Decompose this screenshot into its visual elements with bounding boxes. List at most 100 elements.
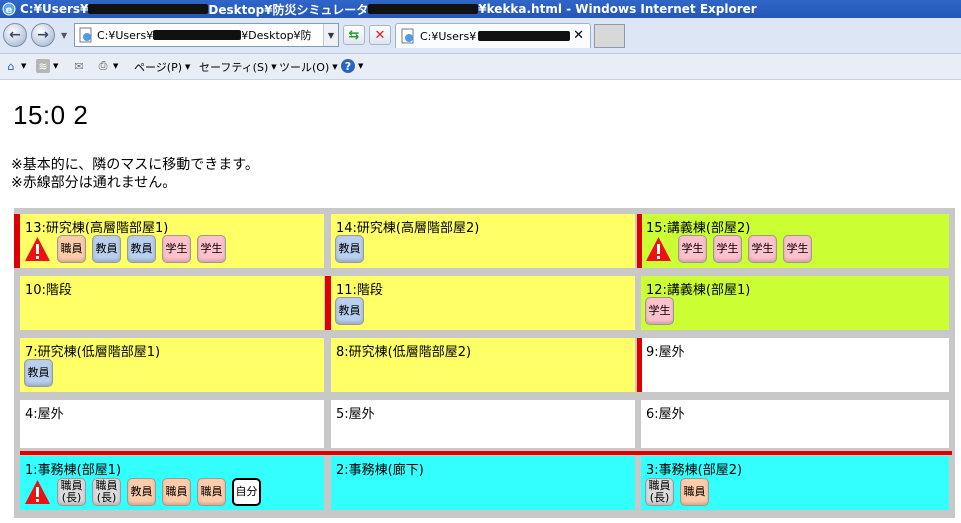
occupant-row: 職員 (長) 職員 (長) 教員 職員 職員 自分 bbox=[24, 478, 267, 506]
tools-menu[interactable]: ツール(O) ▼ bbox=[279, 59, 338, 75]
room-cell[interactable]: 9:屋外 bbox=[641, 338, 949, 392]
read-mail-button[interactable]: ✉ bbox=[72, 59, 86, 73]
room-label: 6:屋外 bbox=[646, 407, 685, 422]
page-menu[interactable]: ページ(P) ▼ bbox=[134, 59, 190, 75]
room-cell[interactable]: 13:研究棟(高層階部屋1) 職員 教員 教員 学生 学生 bbox=[20, 214, 324, 268]
room-label: 11:階段 bbox=[336, 283, 383, 298]
room-cell[interactable]: 8:研究棟(低層階部屋2) bbox=[331, 338, 635, 392]
person-token[interactable]: 教員 bbox=[127, 478, 156, 506]
room-label: 7:研究棟(低層階部屋1) bbox=[25, 345, 161, 360]
person-token[interactable]: 学生 bbox=[162, 235, 191, 263]
address-prefix: C:¥Users¥ bbox=[97, 28, 154, 42]
person-token[interactable]: 学生 bbox=[783, 235, 812, 263]
room-label: 15:講義棟(部屋2) bbox=[646, 221, 751, 236]
command-bar: ⌂ ▼ ≋ ▼ ✉ ⎙ ▼ ページ(P) ▼ セーフティ(S) ▼ ツール(O) ▼ ? ▼ bbox=[0, 54, 961, 80]
person-token[interactable]: 職員 bbox=[162, 478, 191, 506]
navigation-bar: ← → ▼ C:¥Users¥ ¥Desktop¥防 ▼ ⇆ ✕ C:¥User… bbox=[0, 18, 961, 54]
home-icon: ⌂ bbox=[7, 59, 15, 73]
person-token[interactable]: 教員 bbox=[92, 235, 121, 263]
person-token[interactable]: 学生 bbox=[713, 235, 742, 263]
title-prefix: C:¥Users¥ bbox=[20, 2, 89, 16]
stop-button[interactable]: ✕ bbox=[369, 25, 391, 45]
person-token[interactable]: 教員 bbox=[24, 359, 53, 387]
person-token[interactable]: 職員 bbox=[680, 478, 709, 506]
refresh-button[interactable]: ⇆ bbox=[343, 25, 365, 45]
room-label: 12:講義棟(部屋1) bbox=[646, 283, 751, 298]
safety-menu-label: セーフティ(S) bbox=[199, 61, 269, 74]
blocked-wall bbox=[14, 214, 20, 268]
room-label: 3:事務棟(部屋2) bbox=[646, 463, 743, 478]
elapsed-time: 15:0 2 bbox=[13, 100, 89, 130]
address-mid: ¥Desktop¥防 bbox=[241, 29, 312, 42]
room-cell[interactable]: 12:講義棟(部屋1) 学生 bbox=[641, 276, 949, 330]
tab-close-icon[interactable]: ✕ bbox=[573, 28, 584, 43]
person-token[interactable]: 教員 bbox=[335, 297, 364, 325]
room-cell[interactable]: 5:屋外 bbox=[331, 400, 635, 448]
person-token[interactable]: 職員 (長) bbox=[57, 478, 86, 506]
forward-arrow-icon: → bbox=[37, 27, 49, 43]
room-cell[interactable]: 14:研究棟(高層階部屋2) 教員 bbox=[331, 214, 635, 268]
person-token[interactable]: 教員 bbox=[335, 235, 364, 263]
occupant-row: 教員 bbox=[335, 297, 370, 325]
instruction-note-1: ※基本的に、隣のマスに移動できます。 bbox=[11, 157, 259, 173]
redacted-path bbox=[368, 4, 479, 14]
redacted-username bbox=[88, 4, 209, 14]
safety-menu[interactable]: セーフティ(S) ▼ bbox=[199, 59, 277, 75]
person-token[interactable]: 教員 bbox=[127, 235, 156, 263]
room-label: 1:事務棟(部屋1) bbox=[25, 463, 122, 478]
occupant-row: 教員 bbox=[335, 235, 370, 263]
print-button[interactable]: ⎙ ▼ bbox=[96, 59, 119, 73]
room-label: 13:研究棟(高層階部屋1) bbox=[25, 221, 169, 236]
home-button[interactable]: ⌂ ▼ bbox=[4, 59, 27, 73]
person-token[interactable]: 職員 bbox=[57, 235, 86, 263]
address-bar[interactable]: C:¥Users¥ ¥Desktop¥防 ▼ bbox=[74, 23, 339, 47]
feeds-button[interactable]: ≋ ▼ bbox=[36, 59, 58, 73]
occupant-row: 学生 bbox=[645, 297, 680, 325]
back-arrow-icon: ← bbox=[9, 27, 21, 43]
person-token[interactable]: 学生 bbox=[197, 235, 226, 263]
room-cell[interactable]: 4:屋外 bbox=[20, 400, 324, 448]
room-cell[interactable]: 3:事務棟(部屋2) 職員 (長) 職員 bbox=[641, 456, 949, 510]
room-label: 10:階段 bbox=[25, 283, 72, 298]
warning-icon bbox=[645, 236, 672, 262]
blocked-wall bbox=[20, 451, 952, 455]
title-mid: Desktop¥防災シミュレータ bbox=[208, 2, 369, 17]
person-token[interactable]: 学生 bbox=[645, 297, 674, 325]
occupant-row: 学生 学生 学生 学生 bbox=[645, 235, 818, 263]
room-label: 2:事務棟(廊下) bbox=[336, 463, 424, 478]
new-tab-button[interactable] bbox=[594, 24, 625, 48]
room-label: 5:屋外 bbox=[336, 407, 375, 422]
self-marker[interactable]: 自分 bbox=[232, 478, 261, 506]
room-cell[interactable]: 15:講義棟(部屋2) 学生 学生 学生 学生 bbox=[641, 214, 949, 268]
tab-current[interactable]: C:¥Users¥ ✕ bbox=[395, 23, 591, 48]
person-token[interactable]: 職員 (長) bbox=[645, 478, 674, 506]
room-label: 8:研究棟(低層階部屋2) bbox=[336, 345, 472, 360]
instruction-note-2: ※赤線部分は通れません。 bbox=[11, 175, 177, 191]
blocked-wall bbox=[637, 338, 642, 392]
redacted-tab bbox=[478, 31, 571, 41]
room-label: 9:屋外 bbox=[646, 345, 685, 360]
warning-icon bbox=[24, 479, 51, 505]
person-token[interactable]: 学生 bbox=[678, 235, 707, 263]
address-dropdown-icon[interactable]: ▼ bbox=[323, 24, 338, 46]
room-cell[interactable]: 6:屋外 bbox=[641, 400, 949, 448]
warning-icon bbox=[24, 236, 51, 262]
forward-button[interactable]: → bbox=[31, 23, 55, 47]
person-token[interactable]: 職員 (長) bbox=[92, 478, 121, 506]
person-token[interactable]: 職員 bbox=[197, 478, 226, 506]
mail-icon: ✉ bbox=[74, 59, 84, 73]
room-cell[interactable]: 1:事務棟(部屋1) 職員 (長) 職員 (長) 教員 職員 職員 自分 bbox=[20, 456, 324, 510]
help-button[interactable]: ? ▼ bbox=[341, 59, 363, 73]
person-token[interactable]: 学生 bbox=[748, 235, 777, 263]
room-cell[interactable]: 10:階段 bbox=[20, 276, 324, 330]
printer-icon: ⎙ bbox=[98, 59, 108, 72]
room-cell[interactable]: 11:階段 教員 bbox=[331, 276, 635, 330]
occupant-row: 職員 教員 教員 学生 学生 bbox=[24, 235, 232, 263]
back-button[interactable]: ← bbox=[3, 23, 27, 47]
room-cell[interactable]: 7:研究棟(低層階部屋1) 教員 bbox=[20, 338, 324, 392]
title-suffix: ¥kekka.html - Windows Internet Explorer bbox=[478, 2, 757, 16]
room-label: 4:屋外 bbox=[25, 407, 64, 422]
redacted-address bbox=[153, 30, 242, 40]
recent-pages-dropdown[interactable]: ▼ bbox=[61, 31, 67, 40]
room-cell[interactable]: 2:事務棟(廊下) bbox=[331, 456, 635, 510]
